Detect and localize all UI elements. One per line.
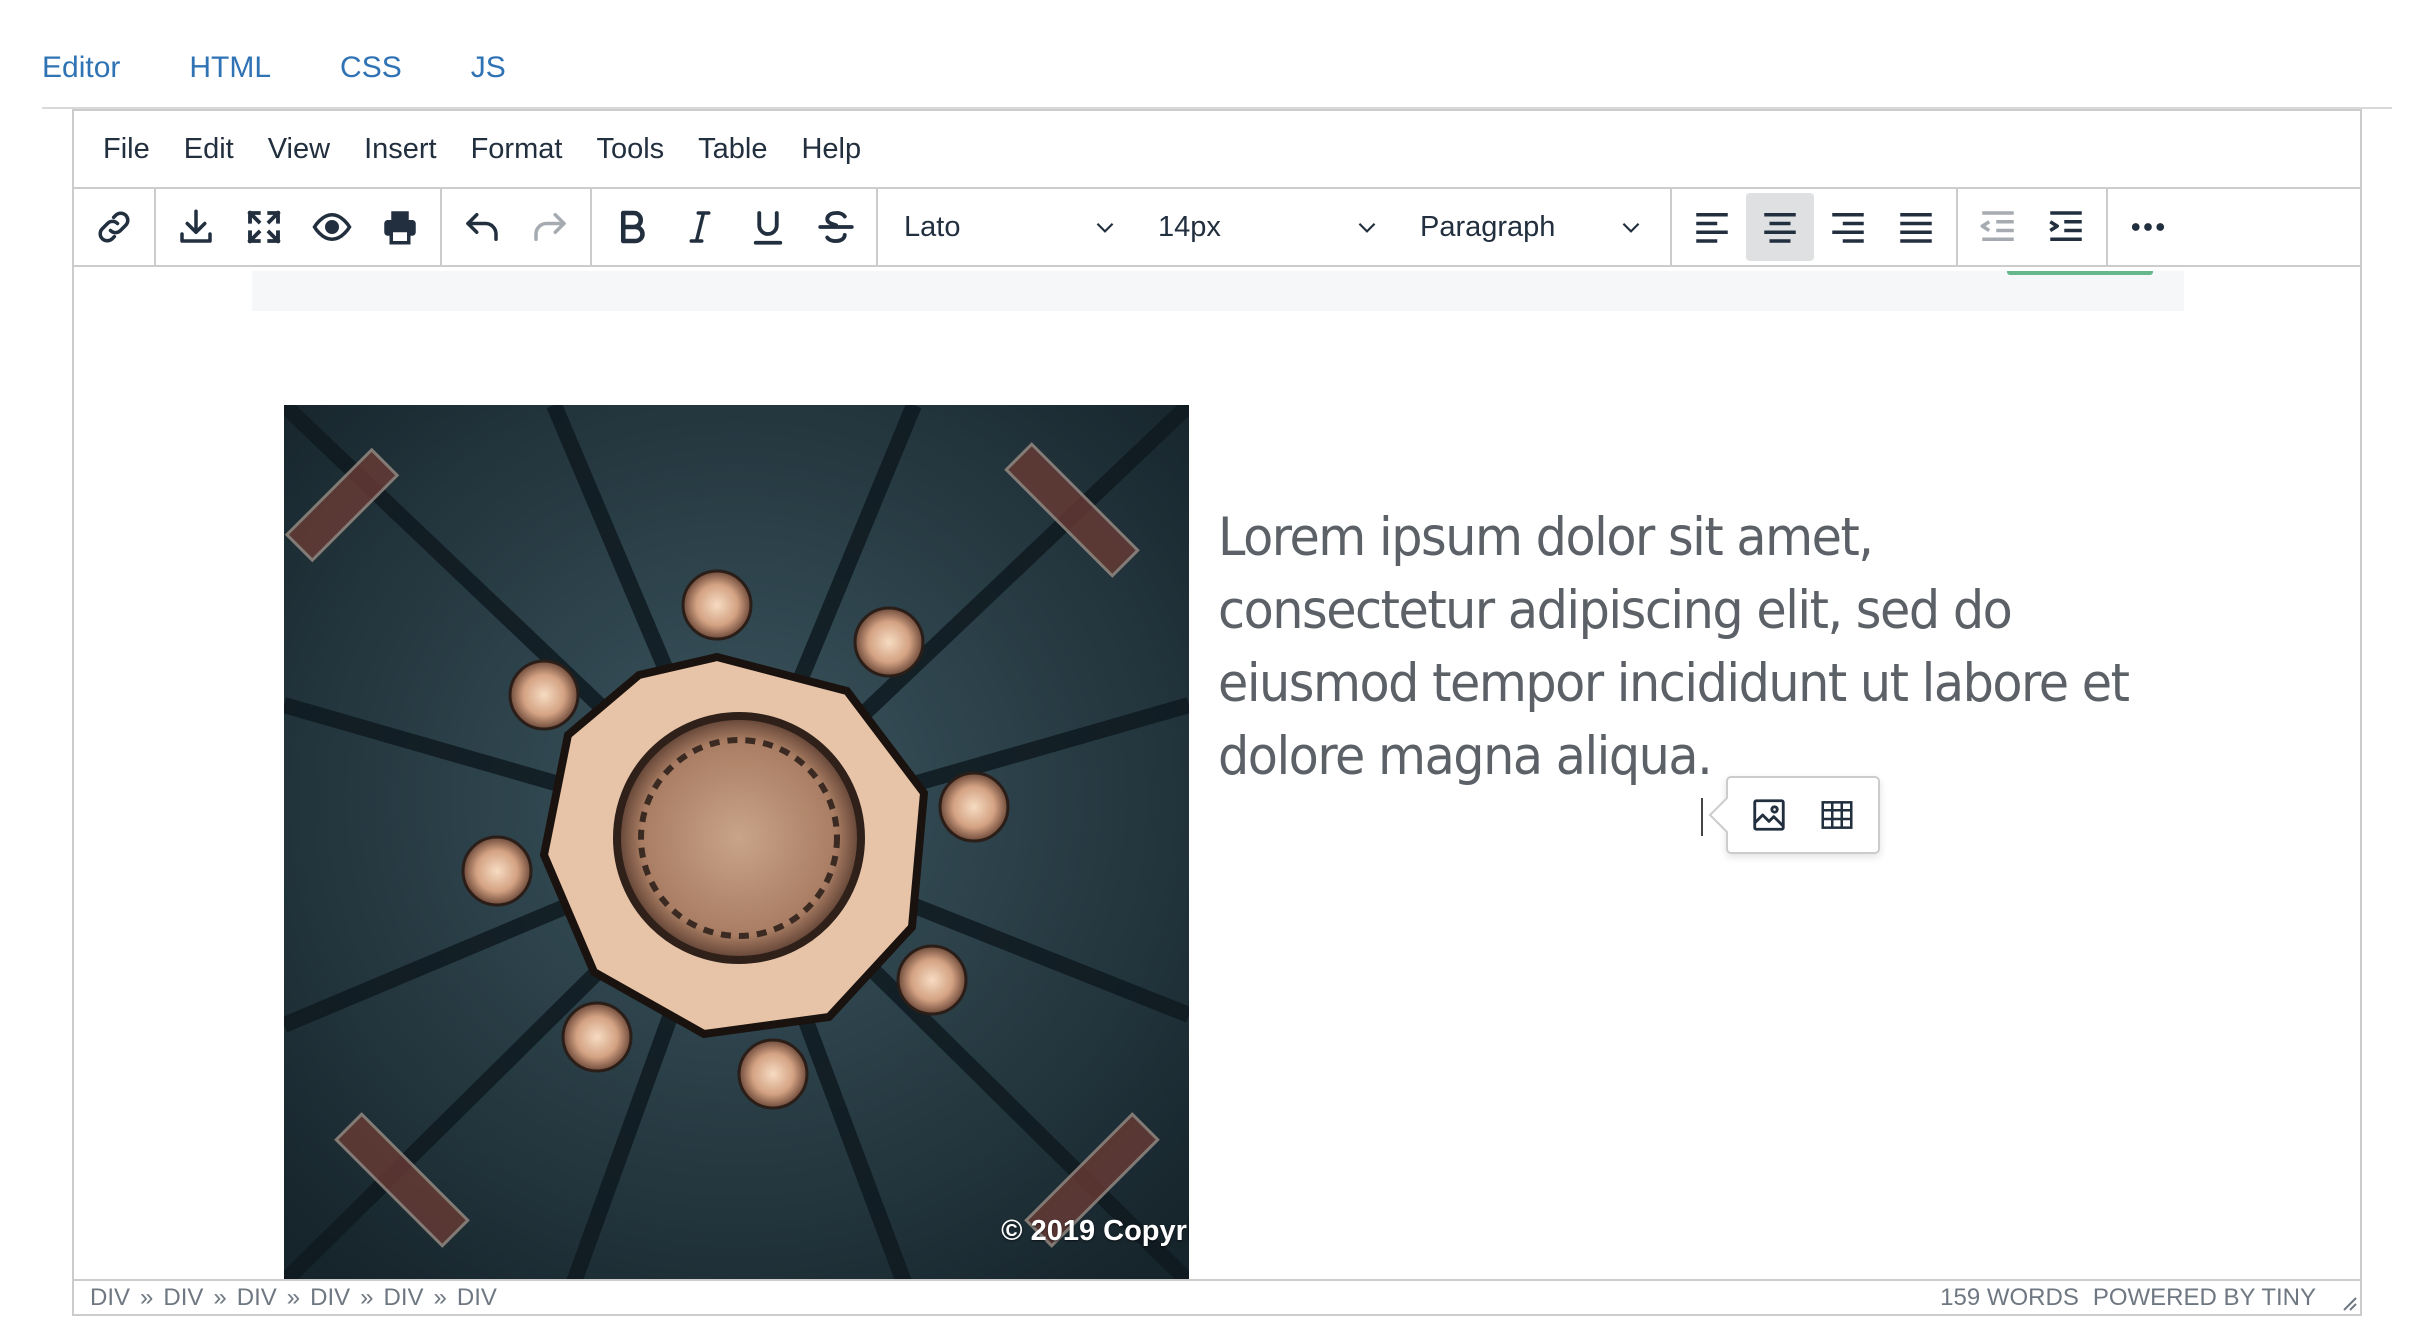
resize-handle-icon[interactable]: [2338, 1292, 2358, 1312]
underline-icon: [753, 211, 783, 245]
font-family-select[interactable]: Lato: [884, 193, 1138, 261]
undo-button[interactable]: [448, 193, 516, 261]
path-crumb[interactable]: DIV: [90, 1284, 130, 1312]
fullscreen-button[interactable]: [230, 193, 298, 261]
toolbar-group-selects: Lato 14px Paragraph: [878, 189, 1672, 265]
printer-icon: [384, 211, 416, 245]
align-center-icon: [1764, 213, 1796, 243]
underline-button[interactable]: [734, 193, 802, 261]
path-crumb[interactable]: DIV: [237, 1284, 277, 1312]
toolbar-group-formatting: [592, 189, 878, 265]
align-justify-icon: [1900, 213, 1932, 243]
image-copyright: © 2019 Copyri: [1001, 1215, 1189, 1247]
path-separator: »: [433, 1283, 447, 1311]
toolbar-group-document: [156, 189, 442, 265]
download-icon: [180, 209, 212, 243]
quick-insert-toolbar: [1726, 776, 1880, 854]
undo-icon: [466, 213, 498, 241]
menu-format[interactable]: Format: [454, 133, 580, 166]
menu-tools[interactable]: Tools: [579, 133, 681, 166]
toolbar-group-link: [74, 189, 156, 265]
toolbar: Lato 14px Paragraph: [74, 189, 2360, 267]
status-right: 159 WORDS POWERED BY TINY: [1940, 1284, 2344, 1312]
indent-button[interactable]: [2032, 193, 2100, 261]
menubar: File Edit View Insert Format Tools Table…: [74, 111, 2360, 189]
menu-view[interactable]: View: [251, 133, 347, 166]
insert-table-button[interactable]: [1812, 790, 1862, 840]
font-family-value: Lato: [904, 210, 961, 243]
chevron-down-icon: [1622, 222, 1640, 233]
image-icon: [1753, 799, 1785, 831]
bold-icon: [620, 210, 645, 244]
path-crumb[interactable]: DIV: [384, 1284, 424, 1312]
tab-html[interactable]: HTML: [189, 51, 271, 85]
font-size-value: 14px: [1158, 210, 1221, 243]
tab-css[interactable]: CSS: [340, 51, 402, 85]
indent-icon: [2049, 211, 2082, 241]
align-right-button[interactable]: [1814, 193, 1882, 261]
insert-image-button[interactable]: [1744, 790, 1794, 840]
redo-icon: [534, 213, 566, 241]
path-crumb[interactable]: DIV: [163, 1284, 203, 1312]
menu-help[interactable]: Help: [784, 133, 878, 166]
strikethrough-button[interactable]: [802, 193, 870, 261]
outdent-button[interactable]: [1964, 193, 2032, 261]
header-band: [252, 271, 2184, 311]
element-path: DIV » DIV » DIV » DIV » DIV » DIV: [90, 1284, 497, 1312]
header-accent: [2007, 271, 2153, 275]
chandelier-illustration: [284, 405, 1189, 1282]
menu-insert[interactable]: Insert: [347, 133, 454, 166]
align-center-button[interactable]: [1746, 193, 1814, 261]
editor-content[interactable]: © 2019 Copyri Lorem ipsum dolor sit amet…: [74, 271, 2360, 1282]
chandelier-image[interactable]: © 2019 Copyri: [284, 405, 1189, 1282]
powered-by-link[interactable]: POWERED BY TINY: [2093, 1284, 2316, 1312]
path-crumb[interactable]: DIV: [457, 1284, 497, 1312]
menu-edit[interactable]: Edit: [167, 133, 251, 166]
block-format-value: Paragraph: [1420, 210, 1556, 243]
toolbar-group-indent: [1958, 189, 2108, 265]
more-button[interactable]: [2114, 193, 2182, 261]
toolbar-group-more: [2108, 189, 2188, 265]
path-separator: »: [140, 1283, 154, 1311]
content-paragraph[interactable]: Lorem ipsum dolor sit amet, consectetur …: [1218, 501, 2139, 793]
preview-button[interactable]: [298, 193, 366, 261]
toolbar-group-alignment: [1672, 189, 1958, 265]
link-button[interactable]: [80, 193, 148, 261]
align-right-icon: [1832, 213, 1864, 243]
fullscreen-icon: [247, 210, 281, 244]
text-cursor: [1701, 798, 1703, 836]
rich-text-editor: File Edit View Insert Format Tools Table…: [72, 109, 2362, 1316]
align-left-button[interactable]: [1678, 193, 1746, 261]
word-count[interactable]: 159 WORDS: [1940, 1284, 2079, 1312]
align-left-icon: [1696, 213, 1728, 243]
block-format-select[interactable]: Paragraph: [1400, 193, 1664, 261]
chevron-down-icon: [1358, 222, 1376, 233]
tab-editor[interactable]: Editor: [42, 51, 120, 85]
tab-js[interactable]: JS: [471, 51, 506, 85]
editor-tabs: Editor HTML CSS JS: [42, 30, 575, 106]
statusbar: DIV » DIV » DIV » DIV » DIV » DIV 159 WO…: [74, 1279, 2360, 1314]
path-separator: »: [286, 1283, 301, 1311]
bold-button[interactable]: [598, 193, 666, 261]
table-icon: [1821, 801, 1853, 829]
path-separator: »: [213, 1283, 227, 1311]
font-size-select[interactable]: 14px: [1138, 193, 1400, 261]
italic-icon: [689, 211, 711, 243]
path-crumb[interactable]: DIV: [310, 1284, 350, 1312]
italic-button[interactable]: [666, 193, 734, 261]
menu-file[interactable]: File: [86, 133, 167, 166]
print-button[interactable]: [366, 193, 434, 261]
link-icon: [98, 211, 130, 243]
toolbar-group-history: [442, 189, 592, 265]
more-horizontal-icon: [2131, 223, 2165, 231]
menu-table[interactable]: Table: [681, 133, 784, 166]
outdent-icon: [1980, 211, 2014, 241]
align-justify-button[interactable]: [1882, 193, 1950, 261]
redo-button[interactable]: [516, 193, 584, 261]
chevron-down-icon: [1096, 222, 1114, 233]
strikethrough-icon: [818, 211, 854, 243]
eye-icon: [312, 212, 352, 242]
path-separator: »: [360, 1283, 374, 1311]
save-button[interactable]: [162, 193, 230, 261]
